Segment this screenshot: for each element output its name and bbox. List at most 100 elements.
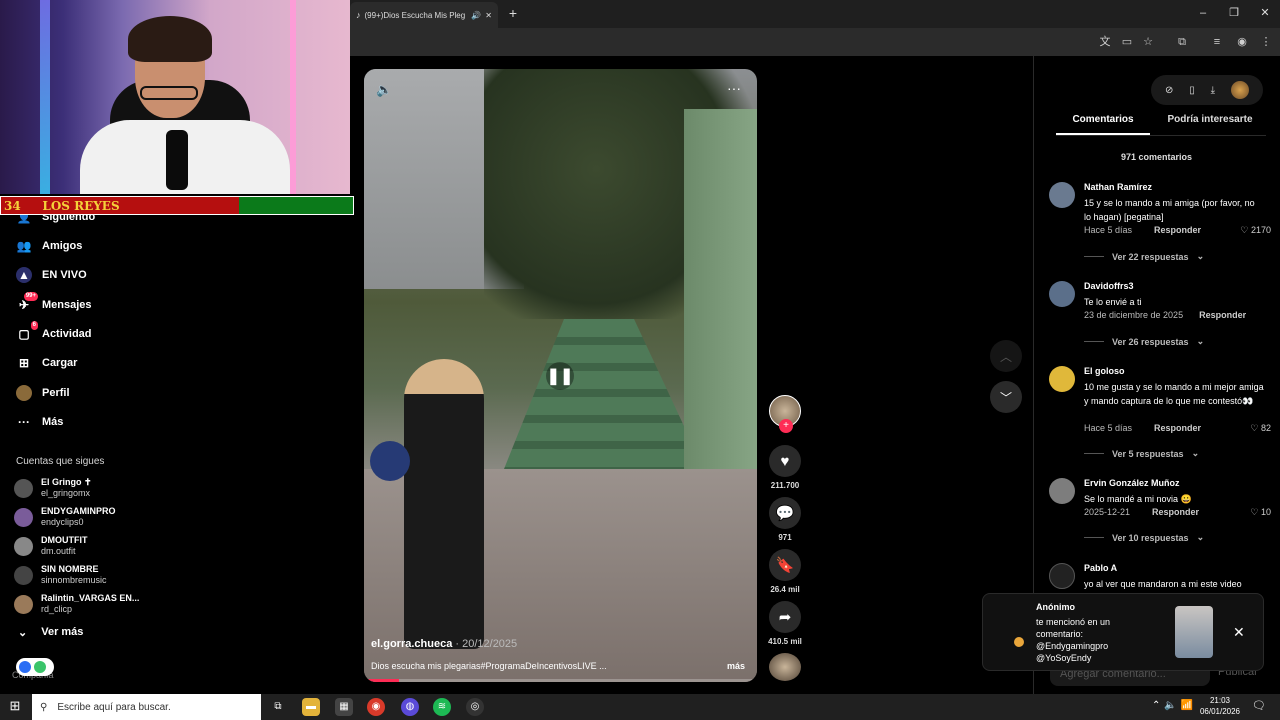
- tab-title: (99+)Dios Escucha Mis Pleg: [364, 10, 466, 20]
- view-replies-button[interactable]: Ver 10 respuestas ⌄: [1084, 532, 1204, 543]
- cast-icon[interactable]: ▭: [1119, 34, 1135, 50]
- previous-video-button[interactable]: ︿: [990, 340, 1022, 372]
- sidebar-item-more[interactable]: ··· Más: [16, 412, 63, 432]
- sidebar-item-label: Perfil: [42, 387, 70, 399]
- bookmark-icon: 🔖: [775, 557, 795, 574]
- reading-list-icon[interactable]: ≡: [1209, 34, 1225, 50]
- speaker-icon[interactable]: 🔊: [471, 11, 481, 20]
- file-explorer-icon[interactable]: ▬: [302, 698, 320, 716]
- save-button[interactable]: 🔖: [769, 549, 801, 581]
- coin-icon[interactable]: ⊘: [1165, 85, 1173, 96]
- pause-icon[interactable]: ❚❚: [546, 362, 574, 390]
- comment-like-button[interactable]: ♡ 10: [1250, 507, 1271, 518]
- video-caption: Dios escucha mis plegarias#ProgramaDeInc…: [371, 661, 607, 671]
- avatar[interactable]: [1049, 366, 1075, 392]
- author-handle[interactable]: el.gorra.chueca: [371, 638, 452, 650]
- followed-account[interactable]: Ralintin_VARGAS EN... rd_clicp: [14, 590, 139, 618]
- minimize-button[interactable]: –: [1194, 6, 1212, 20]
- comment-user[interactable]: Nathan Ramírez: [1084, 182, 1152, 192]
- sidebar-item-profile[interactable]: Perfil: [16, 383, 70, 403]
- user-avatar[interactable]: [1231, 81, 1249, 99]
- avatar[interactable]: [1049, 478, 1075, 504]
- caption-more-link[interactable]: más: [727, 661, 745, 671]
- comment-like-button[interactable]: ♡ 2170: [1240, 225, 1271, 236]
- download-icon[interactable]: ⤓: [1211, 85, 1215, 96]
- notification-message: te mencionó en un comentario: @Endygamin…: [1036, 617, 1111, 663]
- share-icon: ➦: [778, 609, 792, 626]
- comment-item: Ervin González Muñoz Se lo mandé a mi no…: [1049, 478, 1271, 548]
- notification-center-icon[interactable]: 🗨: [1252, 699, 1266, 712]
- profile-avatar-icon[interactable]: ◉: [1234, 34, 1250, 50]
- comment-user[interactable]: Ervin González Muñoz: [1084, 478, 1180, 488]
- reply-button[interactable]: Responder: [1152, 507, 1199, 517]
- account-handle: el_gringomx: [41, 488, 91, 498]
- notification-thumbnail[interactable]: [1175, 606, 1213, 658]
- sidebar-item-live[interactable]: ▲ EN VIVO: [16, 265, 87, 285]
- sidebar-item-messages[interactable]: ✈ 99+ Mensajes: [16, 292, 92, 315]
- system-tray[interactable]: ⌃🔈📶: [1152, 700, 1197, 711]
- reply-button[interactable]: Responder: [1154, 423, 1201, 433]
- browser-tab[interactable]: ♪ (99+)Dios Escucha Mis Pleg 🔊 ✕: [350, 2, 498, 28]
- new-tab-button[interactable]: +: [504, 4, 522, 22]
- floating-app-pill[interactable]: [16, 658, 54, 676]
- follow-plus-icon[interactable]: +: [779, 419, 793, 433]
- spotify-icon[interactable]: ≋: [433, 698, 451, 716]
- sidebar-item-activity[interactable]: ▢ 6 Actividad: [16, 321, 92, 344]
- obs-icon[interactable]: ◎: [466, 698, 484, 716]
- close-icon[interactable]: ✕: [1233, 624, 1245, 641]
- video-progress-bar[interactable]: [364, 679, 757, 682]
- discord-icon[interactable]: ◍: [401, 698, 419, 716]
- followed-account[interactable]: ENDYGAMINPRO endyclips0: [14, 503, 116, 531]
- sidebar-item-friends[interactable]: 👥 Amigos: [16, 236, 83, 256]
- heart-icon: ♥: [780, 452, 790, 470]
- taskbar-search[interactable]: ⚲ Escribe aquí para buscar.: [32, 694, 261, 720]
- reply-button[interactable]: Responder: [1199, 310, 1246, 320]
- restore-button[interactable]: ❐: [1225, 6, 1243, 20]
- see-more-button[interactable]: ⌄ Ver más: [18, 626, 83, 639]
- avatar[interactable]: [1049, 563, 1075, 589]
- followed-account[interactable]: DMOUTFIT dm.outfit: [14, 532, 88, 560]
- windows-start-icon[interactable]: ⊞: [6, 698, 24, 716]
- score-banner: 34 LOS REYES 50: [0, 196, 587, 215]
- comment-user[interactable]: Davidoffrs3: [1084, 281, 1134, 291]
- store-icon[interactable]: ▦: [335, 698, 353, 716]
- avatar[interactable]: [1049, 182, 1075, 208]
- extensions-icon[interactable]: ⧉: [1174, 34, 1190, 50]
- close-window-button[interactable]: ✕: [1256, 6, 1274, 20]
- volume-icon[interactable]: 🔈: [376, 82, 392, 98]
- tab-close-icon[interactable]: ✕: [485, 11, 492, 20]
- followed-account[interactable]: El Gringo ✝ el_gringomx: [14, 474, 92, 502]
- view-replies-button[interactable]: Ver 26 respuestas ⌄: [1084, 336, 1204, 347]
- account-handle: sinnombremusic: [41, 575, 107, 585]
- comment-user[interactable]: Pablo A: [1084, 563, 1117, 573]
- device-icon[interactable]: ▯: [1189, 85, 1195, 96]
- followed-account[interactable]: SIN NOMBRE sinnombremusic: [14, 561, 107, 589]
- comment-button[interactable]: 💬: [769, 497, 801, 529]
- next-video-button[interactable]: ﹀: [990, 381, 1022, 413]
- comment-like-button[interactable]: ♡ 82: [1250, 423, 1271, 434]
- account-handle: endyclips0: [41, 517, 84, 527]
- view-replies-button[interactable]: Ver 5 respuestas ⌄: [1084, 448, 1199, 459]
- translate-icon[interactable]: 文: [1097, 34, 1113, 50]
- browser-menu-icon[interactable]: ⋮: [1258, 34, 1274, 50]
- comment-date: 23 de diciembre de 2025: [1084, 310, 1184, 320]
- reply-button[interactable]: Responder: [1154, 225, 1201, 235]
- comment-user[interactable]: El goloso: [1084, 366, 1125, 376]
- share-button[interactable]: ➦: [769, 601, 801, 633]
- comment-date: 2025-12-21: [1084, 507, 1131, 517]
- view-replies-button[interactable]: Ver 22 respuestas ⌄: [1084, 251, 1204, 262]
- mention-notification[interactable]: Anónimo te mencionó en un comentario: @E…: [982, 593, 1264, 671]
- avatar[interactable]: [1049, 281, 1075, 307]
- tab-related[interactable]: Podría interesarte: [1160, 114, 1260, 125]
- more-options-icon[interactable]: ···: [727, 80, 741, 96]
- chrome-icon[interactable]: ◉: [367, 698, 385, 716]
- tab-comments[interactable]: Comentarios: [1056, 114, 1150, 135]
- video-author[interactable]: el.gorra.chueca · 20/12/2025: [371, 638, 517, 650]
- sidebar-item-upload[interactable]: ⊞ Cargar: [16, 353, 78, 373]
- music-disc[interactable]: [769, 653, 801, 681]
- taskbar-clock[interactable]: 21:03 06/01/2026: [1196, 695, 1244, 717]
- like-button[interactable]: ♥: [769, 445, 801, 477]
- account-handle: rd_clicp: [41, 604, 73, 614]
- bookmark-star-icon[interactable]: ☆: [1140, 34, 1156, 50]
- task-view-icon[interactable]: ⧉: [269, 698, 287, 716]
